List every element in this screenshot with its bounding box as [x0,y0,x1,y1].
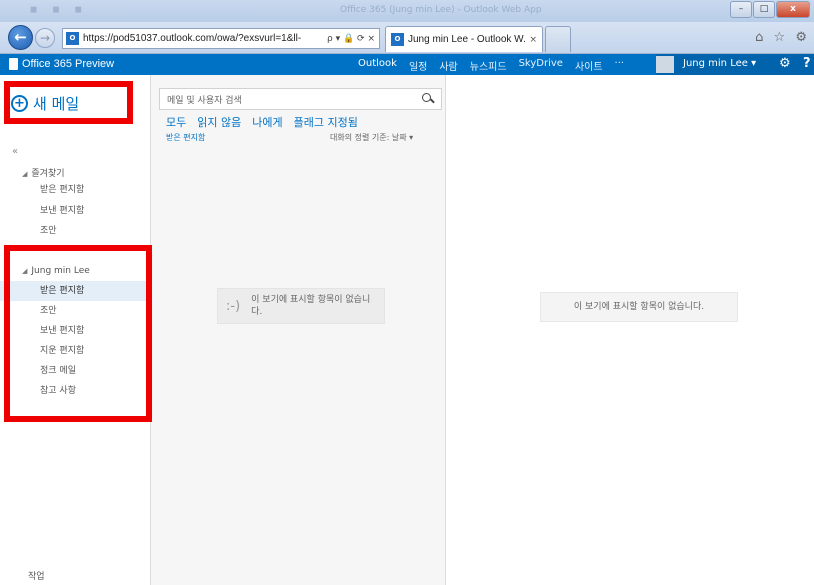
nav-calendar[interactable]: 일정 [409,58,427,73]
tab-close-icon[interactable]: × [529,35,537,45]
outlook-favicon-icon: O [66,32,79,45]
nav-outlook[interactable]: Outlook [358,58,397,73]
filter-flagged[interactable]: 플래그 지정됨 [294,114,358,130]
empty-reading-message: 이 보기에 표시할 항목이 없습니다. [540,292,738,322]
filter-all[interactable]: 모두 [166,114,186,130]
nav-sites[interactable]: 사이트 [575,58,603,73]
filter-to-me[interactable]: 나에게 [252,114,282,130]
empty-list-text: 이 보기에 표시할 항목이 없습니다. [251,295,371,317]
favorites-label: 즐겨찾기 [31,169,65,179]
brand-label: Office 365 Preview [22,58,115,70]
gear-icon[interactable]: ⚙ [779,56,791,71]
folder-inbox[interactable]: 받은 편지함 [0,281,150,301]
tab-title: Jung min Lee - Outlook W... [408,34,527,45]
view-filters: 모두 읽지 않음 나에게 플래그 지정됨 [166,114,369,130]
office-logo-icon [9,58,18,70]
expand-triangle-icon: ◢ [22,170,28,178]
plus-circle-icon: + [11,95,28,112]
expand-triangle-icon: ◢ [22,267,28,275]
smiley-face-icon: :-) [226,298,241,314]
favorite-sent[interactable]: 보낸 편지함 [0,201,150,221]
o365-brand[interactable]: Office 365 Preview [9,58,114,70]
sort-dropdown[interactable]: 대화의 정렬 기준: 날짜 ▾ [330,132,413,143]
forward-button[interactable]: → [35,28,55,48]
avatar[interactable] [656,56,674,73]
folder-junk[interactable]: 정크 메일 [0,361,150,381]
nav-newsfeed[interactable]: 뉴스피드 [470,58,507,73]
close-window-button[interactable]: x [776,1,810,18]
address-url[interactable]: https://pod51037.outlook.com/owa/?exsvur… [83,33,323,44]
o365-top-nav: Outlook 일정 사람 뉴스피드 SkyDrive 사이트 ··· [358,58,636,73]
filter-unread[interactable]: 읽지 않음 [197,114,241,130]
search-icon[interactable] [421,92,435,106]
tasks-link[interactable]: 작업 [28,569,45,582]
message-list-pane [150,75,445,585]
favorite-drafts[interactable]: 조안 [0,221,150,241]
favorite-inbox[interactable]: 받은 편지함 [0,180,150,200]
empty-list-message: :-) 이 보기에 표시할 항목이 없습니다. [217,288,385,324]
nav-people[interactable]: 사람 [439,58,457,73]
back-button[interactable]: ← [8,25,33,50]
account-header[interactable]: ◢ Jung min Lee [22,266,90,276]
tab-favicon-icon: O [391,33,404,46]
folder-sent[interactable]: 보낸 편지함 [0,321,150,341]
user-menu[interactable]: Jung min Lee ▾ [683,58,756,69]
address-bar[interactable]: O https://pod51037.outlook.com/owa/?exsv… [62,28,380,49]
address-bar-icons[interactable]: ρ ▾ 🔒 ⟳ × [323,34,379,44]
folder-deleted[interactable]: 지운 편지함 [0,341,150,361]
window-title: Office 365 (Jung min Lee) - Outlook Web … [340,5,542,15]
new-tab-button[interactable] [545,26,571,52]
browser-titlebar: ◼ ◼ ◼ Office 365 (Jung min Lee) - Outloo… [0,0,814,22]
account-label: Jung min Lee [31,266,90,276]
reading-pane [446,75,814,585]
folder-notes[interactable]: 참고 사항 [0,381,150,401]
window-controls: – □ x [729,1,810,18]
pane-divider[interactable] [150,75,151,585]
nav-skydrive[interactable]: SkyDrive [519,58,563,73]
search-box[interactable]: 메일 및 사용자 검색 [159,88,442,110]
browser-navbar: ← → O https://pod51037.outlook.com/owa/?… [0,22,814,54]
search-input[interactable]: 메일 및 사용자 검색 [167,93,421,106]
browser-tool-icons[interactable]: ⌂ ☆ ⚙ [755,30,810,45]
o365-header: Office 365 Preview Outlook 일정 사람 뉴스피드 Sk… [0,54,814,75]
folder-drafts[interactable]: 조안 [0,301,150,321]
new-mail-button[interactable]: + 새 메일 [11,93,79,114]
new-mail-label: 새 메일 [33,95,80,113]
minimize-button[interactable]: – [730,1,752,18]
current-folder-label: 받은 편지함 [166,133,206,142]
collapse-pane-icon[interactable]: « [12,146,18,157]
quick-access-icons: ◼ ◼ ◼ [30,5,89,15]
favorites-header[interactable]: ◢ 즐겨찾기 [22,166,65,179]
nav-more[interactable]: ··· [615,58,625,73]
help-icon[interactable]: ? [803,56,811,71]
browser-tab-outlook[interactable]: O Jung min Lee - Outlook W... × [385,26,543,52]
maximize-button[interactable]: □ [753,1,775,18]
